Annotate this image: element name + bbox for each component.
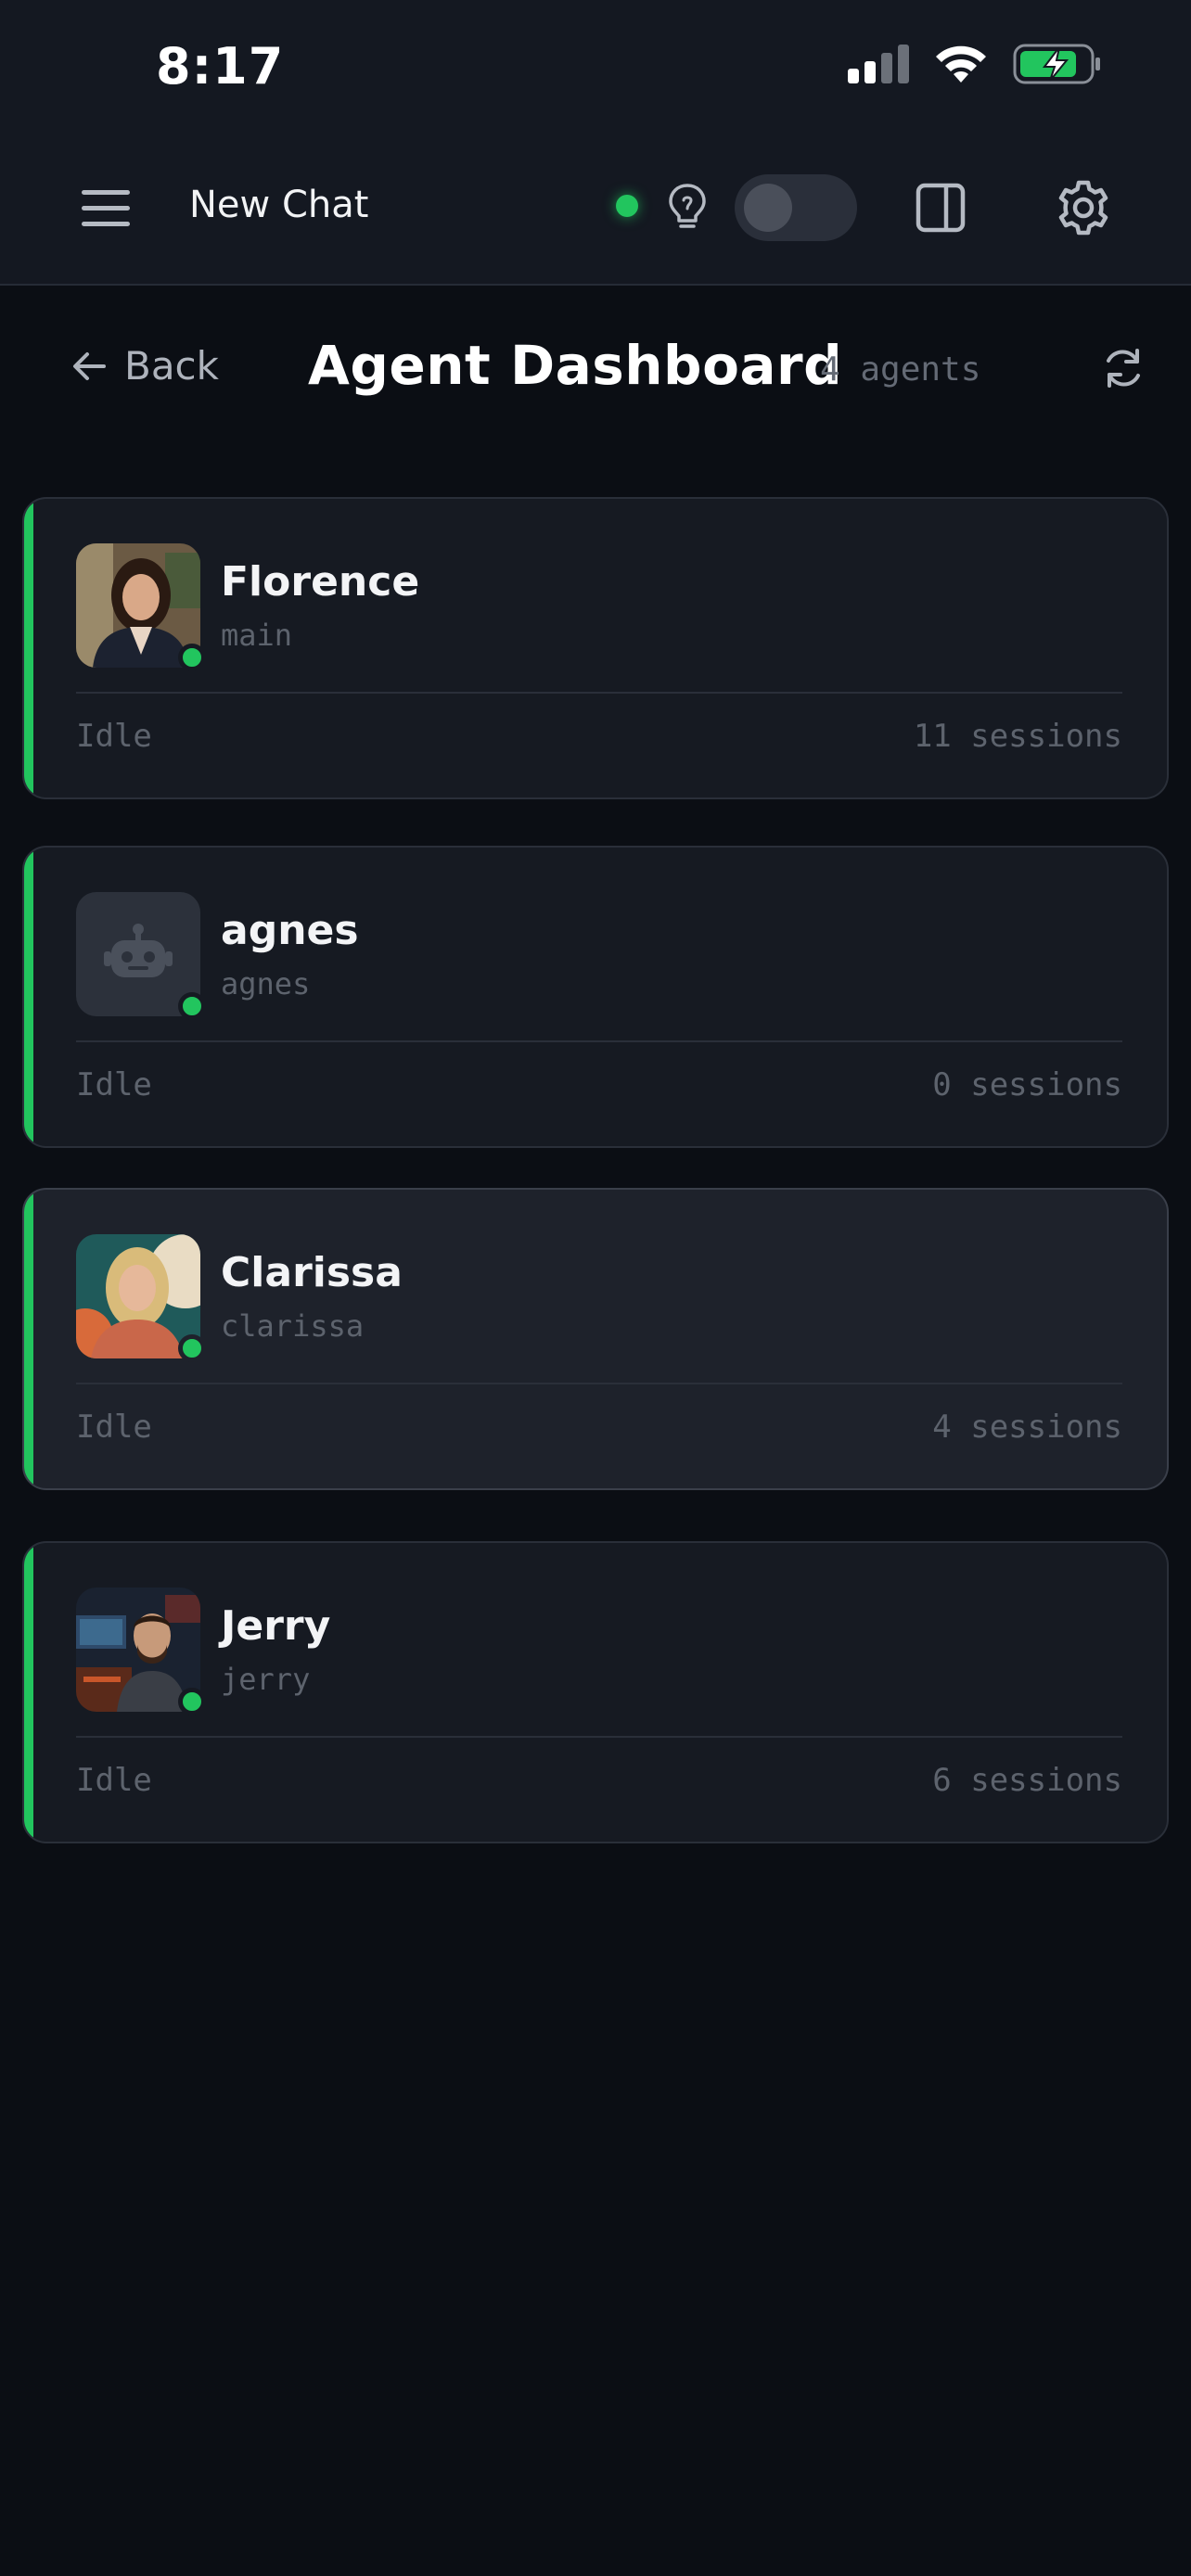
agent-card[interactable]: Clarissa clarissa Idle 4 sessions [22,1188,1169,1490]
back-label: Back [124,343,219,389]
card-divider [76,1736,1122,1738]
session-count: 11 sessions [913,718,1122,755]
card-divider [76,1040,1122,1042]
status-bar: 8:17 [0,0,1191,139]
session-count: 4 sessions [932,1409,1122,1446]
agent-card[interactable]: Florence main Idle 11 sessions [22,497,1169,799]
card-accent-bar [24,499,33,797]
agent-card[interactable]: agnes agnes Idle 0 sessions [22,846,1169,1148]
mode-toggle[interactable] [735,174,857,241]
online-status-dot [178,1334,206,1362]
chat-title: New Chat [189,184,369,226]
avatar [76,1234,206,1362]
avatar [76,1588,206,1715]
agent-name: Florence [221,558,420,606]
refresh-icon[interactable] [1100,345,1146,395]
session-count: 6 sessions [932,1762,1122,1799]
online-status-dot [178,1688,206,1715]
online-status-dot [178,644,206,671]
status-icons [848,43,1102,85]
session-count: 0 sessions [932,1066,1122,1103]
lightbulb-icon[interactable] [666,182,709,234]
agent-id: jerry [221,1662,311,1697]
status-time: 8:17 [156,37,285,96]
signal-icon [848,45,909,83]
card-divider [76,1383,1122,1384]
agent-name: agnes [221,907,359,954]
page-title: Agent Dashboard [308,334,843,397]
agent-id: clarissa [221,1308,365,1344]
online-status-dot [178,992,206,1020]
app-bar: New Chat [0,139,1191,286]
avatar [76,543,206,671]
back-button[interactable]: Back [70,343,219,389]
arrow-left-icon [73,351,106,380]
agent-card[interactable]: Jerry jerry Idle 6 sessions [22,1541,1169,1843]
battery-charging-icon [1013,44,1100,84]
card-divider [76,692,1122,694]
agent-status: Idle [76,1762,152,1799]
avatar [76,892,206,1020]
agent-id: main [221,618,293,653]
card-accent-bar [24,1190,33,1488]
agent-name: Jerry [221,1602,331,1650]
wifi-icon [936,45,986,83]
menu-icon[interactable] [82,190,130,235]
agent-count: 4 agents [820,351,981,389]
toggle-knob [744,184,792,232]
side-panel-icon[interactable] [915,182,967,237]
agent-id: agnes [221,966,311,1001]
card-accent-bar [24,1543,33,1842]
agent-status: Idle [76,718,152,755]
card-accent-bar [24,848,33,1146]
settings-gear-icon[interactable] [1054,178,1113,241]
connection-status-dot [616,195,638,217]
agent-status: Idle [76,1409,152,1446]
agent-status: Idle [76,1066,152,1103]
agent-name: Clarissa [221,1249,403,1296]
